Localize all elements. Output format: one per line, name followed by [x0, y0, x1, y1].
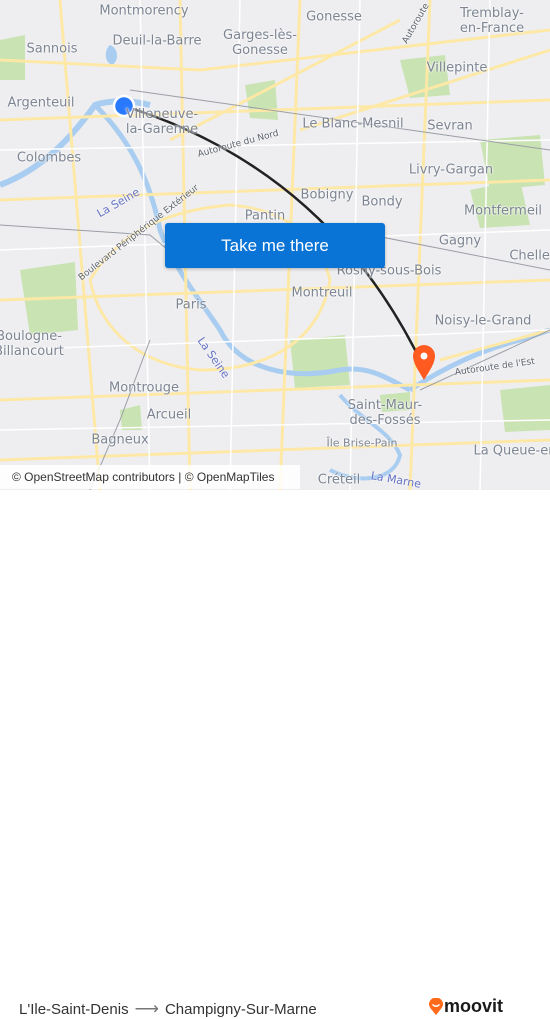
- place-label: Deuil-la-Barre: [112, 33, 202, 49]
- map[interactable]: Montmorency Deuil-la-Barre Garges-lès- Gon…: [0, 0, 550, 490]
- place-label: Livry-Gargan: [408, 162, 494, 178]
- place-label: Sevran: [427, 118, 473, 134]
- map-attribution[interactable]: © OpenStreetMap contributors | © OpenMap…: [0, 465, 300, 489]
- place-label: Le Blanc-Mesnil: [302, 116, 404, 132]
- place-label: Argenteuil: [7, 95, 75, 111]
- place-label: Bagneux: [91, 432, 149, 448]
- place-label: Colombes: [16, 150, 82, 166]
- place-label: Bobigny: [300, 187, 354, 203]
- place-label: Sannois: [26, 41, 78, 57]
- place-label: Montmorency: [99, 3, 189, 19]
- place-label: Chelles: [509, 248, 550, 264]
- place-label: Noisy-le-Grand: [434, 313, 532, 329]
- place-label: Boulogne- Billancourt: [0, 329, 64, 359]
- place-label: Bondy: [361, 194, 403, 210]
- route-summary: L'Ile-Saint-Denis ⟶ Champigny-Sur-Marne: [19, 999, 317, 1019]
- place-label: Créteil: [317, 472, 361, 488]
- place-label: Gonesse: [306, 9, 362, 25]
- place-label: Villeneuve- la-Garenne: [125, 107, 199, 137]
- place-label: Gagny: [438, 233, 482, 249]
- place-label: Île Brise-Pain: [326, 436, 398, 450]
- moovit-pin-icon: [429, 997, 443, 1015]
- place-label: Montrouge: [108, 380, 180, 396]
- place-label: Arcueil: [146, 407, 192, 423]
- place-label: Paris: [175, 297, 207, 313]
- moovit-logo[interactable]: moovit: [428, 996, 503, 1017]
- place-label: Montreuil: [291, 285, 353, 301]
- origin-name: L'Ile-Saint-Denis: [19, 1000, 129, 1018]
- place-label: Saint-Maur- des-Fossés: [347, 398, 423, 428]
- place-label: Montfermeil: [463, 203, 543, 219]
- place-label: Villepinte: [426, 60, 488, 76]
- brand-name: moovit: [444, 996, 504, 1016]
- footer: L'Ile-Saint-Denis ⟶ Champigny-Sur-Marne …: [0, 490, 550, 1018]
- place-label: La Queue-en-Brie: [473, 443, 550, 459]
- destination-name: Champigny-Sur-Marne: [164, 1000, 317, 1018]
- place-label: Garges-lès- Gonesse: [223, 28, 297, 58]
- arrow-right-icon: ⟶: [134, 999, 159, 1018]
- place-label: Tremblay- en-France: [459, 6, 525, 36]
- take-me-there-button[interactable]: Take me there: [165, 223, 385, 268]
